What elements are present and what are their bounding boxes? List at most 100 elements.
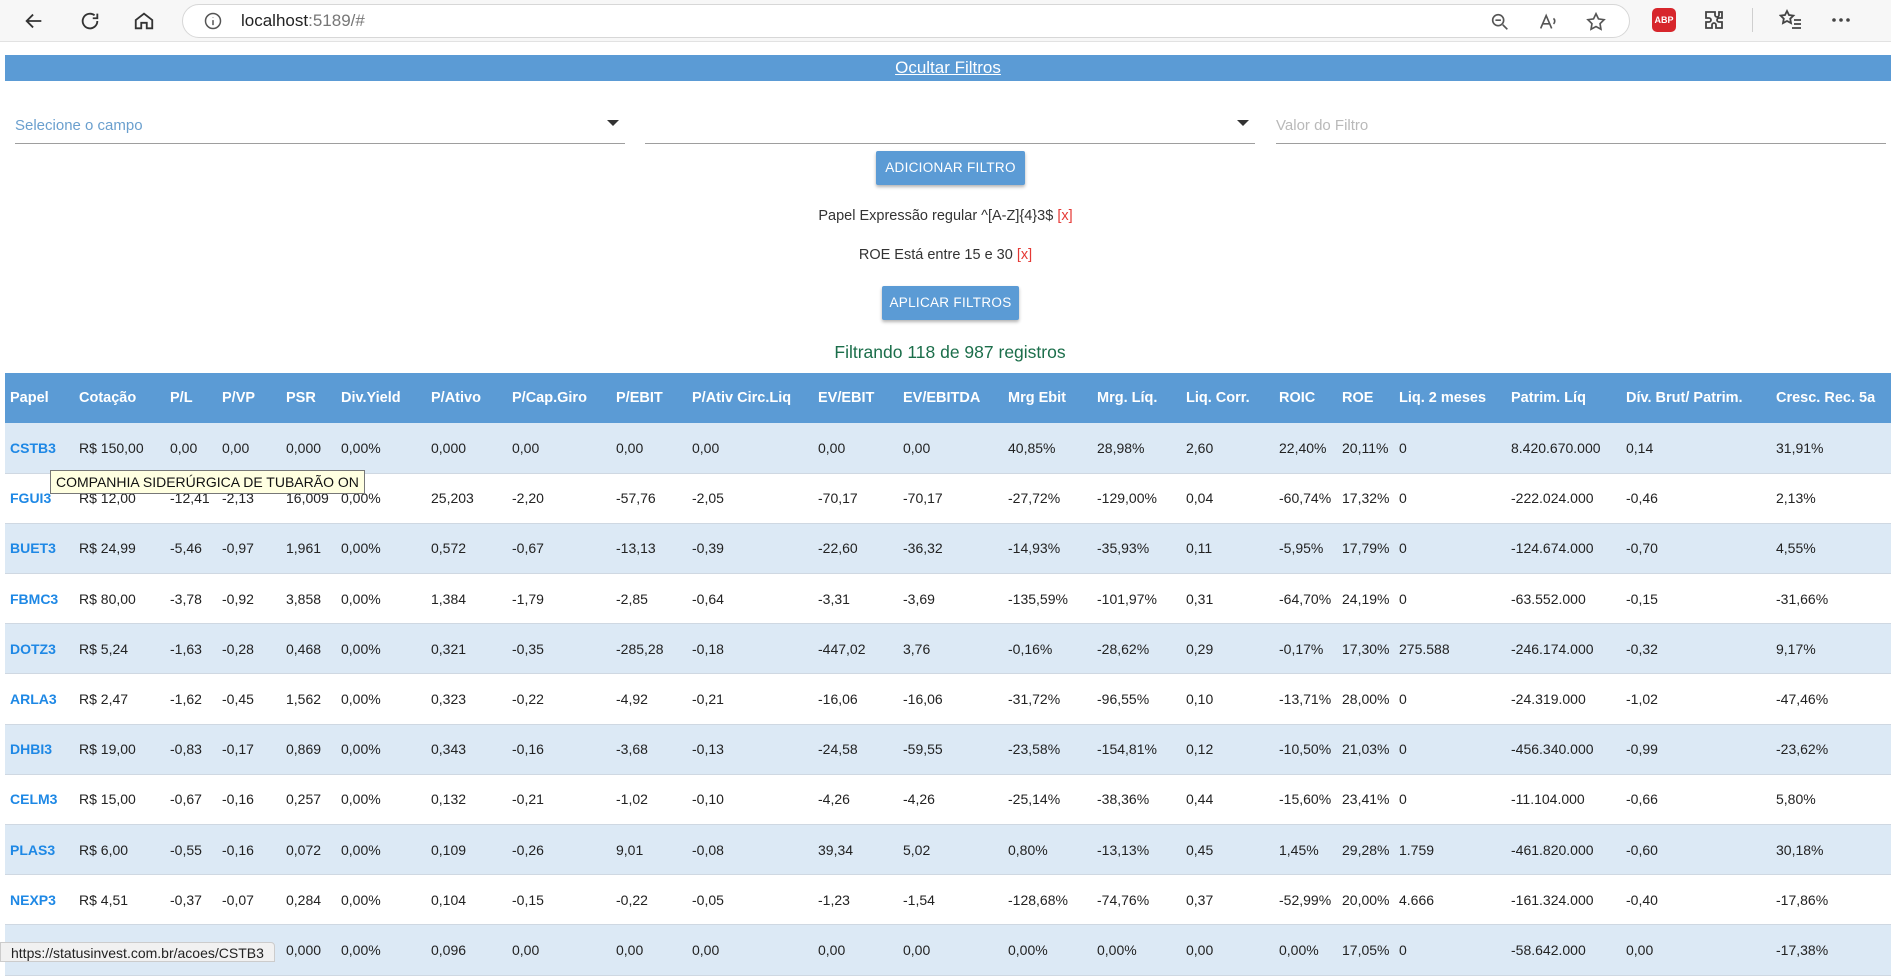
table-cell: -70,17: [813, 473, 898, 524]
column-header[interactable]: P/L: [165, 373, 217, 423]
table-cell: 22,40%: [1274, 423, 1337, 474]
ticker-link[interactable]: NEXP3: [5, 874, 74, 926]
table-cell: -0,45: [217, 673, 281, 725]
ticker-link[interactable]: DOTZ3: [5, 623, 74, 675]
table-cell: 0,00%: [336, 573, 426, 625]
reload-icon[interactable]: [72, 3, 108, 39]
column-header[interactable]: Papel: [5, 373, 74, 423]
active-filter-item: Papel Expressão regular ^[A-Z]{4}3$ [x]: [0, 208, 1891, 224]
column-header[interactable]: EV/EBITDA: [898, 373, 1003, 423]
ticker-link[interactable]: ARLA3: [5, 673, 74, 725]
table-cell: 0,00%: [336, 623, 426, 675]
table-cell: -0,35: [507, 623, 611, 675]
table-cell: 4.666: [1394, 874, 1506, 926]
table-cell: R$ 4,51: [74, 874, 165, 926]
field-select[interactable]: Selecione o campo: [15, 108, 625, 144]
table-cell: 0,14: [1621, 423, 1771, 474]
column-header[interactable]: Cresc. Rec. 5a: [1771, 373, 1891, 423]
table-cell: 0,00%: [336, 673, 426, 725]
table-row: ARLA3 R$ 2,47 -1,62 -0,45 1,562 0,00% 0,323 -0,…: [5, 673, 1891, 725]
column-header[interactable]: ROE: [1337, 373, 1394, 423]
column-header[interactable]: Mrg. Líq.: [1092, 373, 1181, 423]
table-cell: -64,70%: [1274, 573, 1337, 625]
table-cell: -59,55: [898, 724, 1003, 775]
table-cell: 0,10: [1181, 673, 1274, 725]
table-cell: R$ 80,00: [74, 573, 165, 625]
operator-select[interactable]: [645, 108, 1255, 144]
table-cell: 0,000: [281, 423, 336, 474]
table-cell: 0,00%: [336, 824, 426, 876]
remove-filter-button[interactable]: [x]: [1017, 247, 1032, 263]
column-header[interactable]: P/Ativ Circ.Liq: [687, 373, 813, 423]
table-cell: 0,00%: [336, 774, 426, 826]
info-icon[interactable]: [203, 11, 223, 31]
column-header[interactable]: ROIC: [1274, 373, 1337, 423]
zoom-out-icon[interactable]: [1489, 11, 1511, 33]
table-cell: 0: [1394, 673, 1506, 725]
column-header[interactable]: Cotação: [74, 373, 165, 423]
address-bar[interactable]: localhost:5189/#: [182, 4, 1630, 38]
chevron-down-icon[interactable]: [1237, 120, 1249, 126]
hide-filters-link[interactable]: Ocultar Filtros: [895, 58, 1001, 77]
column-header[interactable]: P/EBIT: [611, 373, 687, 423]
table-cell: -31,66%: [1771, 573, 1891, 625]
ticker-link[interactable]: CSTB3: [5, 423, 74, 474]
favorite-star-icon[interactable]: [1585, 11, 1607, 33]
filter-value-input[interactable]: Valor do Filtro: [1276, 108, 1886, 144]
column-header[interactable]: P/VP: [217, 373, 281, 423]
table-cell: 28,98%: [1092, 423, 1181, 474]
column-header[interactable]: EV/EBIT: [813, 373, 898, 423]
remove-filter-button[interactable]: [x]: [1057, 208, 1072, 224]
table-cell: -3,69: [898, 573, 1003, 625]
ticker-link[interactable]: FBMC3: [5, 573, 74, 625]
table-cell: 0: [1394, 573, 1506, 625]
back-icon[interactable]: [16, 3, 52, 39]
table-cell: -27,72%: [1003, 473, 1092, 524]
ticker-link[interactable]: PLAS3: [5, 824, 74, 876]
table-cell: 0,00%: [1092, 924, 1181, 976]
ticker-link[interactable]: CELM3: [5, 774, 74, 826]
table-cell: -0,17: [217, 724, 281, 775]
column-header[interactable]: Patrim. Líq: [1506, 373, 1621, 423]
home-icon[interactable]: [126, 3, 162, 39]
table-cell: 0,096: [426, 924, 507, 976]
table-cell: 2,13%: [1771, 473, 1891, 524]
table-cell: -0,15: [507, 874, 611, 926]
adblock-icon[interactable]: ABP: [1652, 8, 1676, 32]
table-cell: -0,32: [1621, 623, 1771, 675]
chevron-down-icon[interactable]: [607, 120, 619, 126]
table-cell: -4,92: [611, 673, 687, 725]
more-menu-icon[interactable]: [1829, 8, 1853, 32]
table-cell: 0,323: [426, 673, 507, 725]
column-header[interactable]: Div.Yield: [336, 373, 426, 423]
table-row: 0,000 0,00% 0,096 0,00 0,00 0,00 0,00 0,00 0,00%…: [5, 924, 1891, 976]
record-count: Filtrando 118 de 987 registros: [834, 342, 1066, 362]
table-cell: -0,66: [1621, 774, 1771, 826]
table-cell: 0,00%: [1274, 924, 1337, 976]
table-row: DOTZ3 R$ 5,24 -1,63 -0,28 0,468 0,00% 0,321 -0,…: [5, 623, 1891, 675]
table-cell: 39,34: [813, 824, 898, 876]
apply-filters-button[interactable]: APLICAR FILTROS: [882, 286, 1019, 320]
column-header[interactable]: Liq. 2 meses: [1394, 373, 1506, 423]
column-header[interactable]: P/Ativo: [426, 373, 507, 423]
table-cell: -36,32: [898, 523, 1003, 575]
address-url[interactable]: localhost:5189/#: [241, 11, 365, 31]
table-cell: 0,000: [426, 423, 507, 474]
column-header[interactable]: Mrg Ebit: [1003, 373, 1092, 423]
read-aloud-icon[interactable]: [1537, 11, 1559, 33]
table-cell: 0,00%: [336, 924, 426, 976]
table-cell: -135,59%: [1003, 573, 1092, 625]
column-header[interactable]: Liq. Corr.: [1181, 373, 1274, 423]
column-header[interactable]: Dív. Brut/ Patrim.: [1621, 373, 1771, 423]
column-header[interactable]: PSR: [281, 373, 336, 423]
favorites-list-icon[interactable]: [1779, 8, 1803, 32]
column-header[interactable]: P/Cap.Giro: [507, 373, 611, 423]
ticker-link[interactable]: BUET3: [5, 523, 74, 575]
table-cell: 5,80%: [1771, 774, 1891, 826]
add-filter-button[interactable]: ADICIONAR FILTRO: [876, 151, 1025, 185]
table-cell: 17,30%: [1337, 623, 1394, 675]
table-cell: -0,70: [1621, 523, 1771, 575]
extensions-icon[interactable]: [1702, 8, 1726, 32]
table-cell: 0,00%: [1003, 924, 1092, 976]
ticker-link[interactable]: DHBI3: [5, 724, 74, 775]
